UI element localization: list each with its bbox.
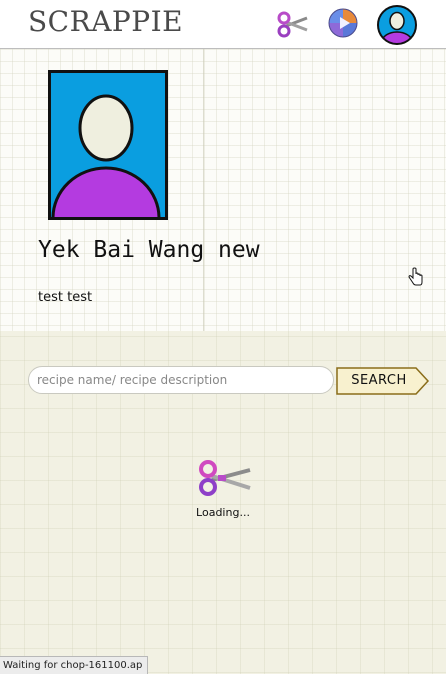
nav-explore-button[interactable] xyxy=(326,6,360,40)
nav-scissors-button[interactable] xyxy=(276,8,310,40)
scissors-icon xyxy=(199,460,251,496)
default-avatar-icon xyxy=(48,70,168,220)
browser-status-bar: Waiting for chop-161100.ap xyxy=(0,656,148,674)
profile-section: Yek Bai Wang new test test xyxy=(0,49,446,331)
loading-text: Loading... xyxy=(196,506,250,519)
section-divider xyxy=(203,49,204,331)
profile-bio: test test xyxy=(38,290,93,305)
app-logo[interactable]: SCRAPPIE xyxy=(28,5,183,38)
search-button[interactable]: SEARCH xyxy=(336,367,430,395)
app-header: SCRAPPIE xyxy=(0,0,446,49)
scissors-icon xyxy=(277,11,308,38)
compass-icon xyxy=(328,8,358,38)
nav-profile-button[interactable] xyxy=(376,4,418,46)
search-input[interactable] xyxy=(28,366,334,394)
profile-name: Yek Bai Wang new xyxy=(38,237,260,263)
hand-cursor-icon xyxy=(408,267,423,286)
search-button-label: SEARCH xyxy=(351,373,407,388)
user-avatar-icon xyxy=(377,5,417,45)
